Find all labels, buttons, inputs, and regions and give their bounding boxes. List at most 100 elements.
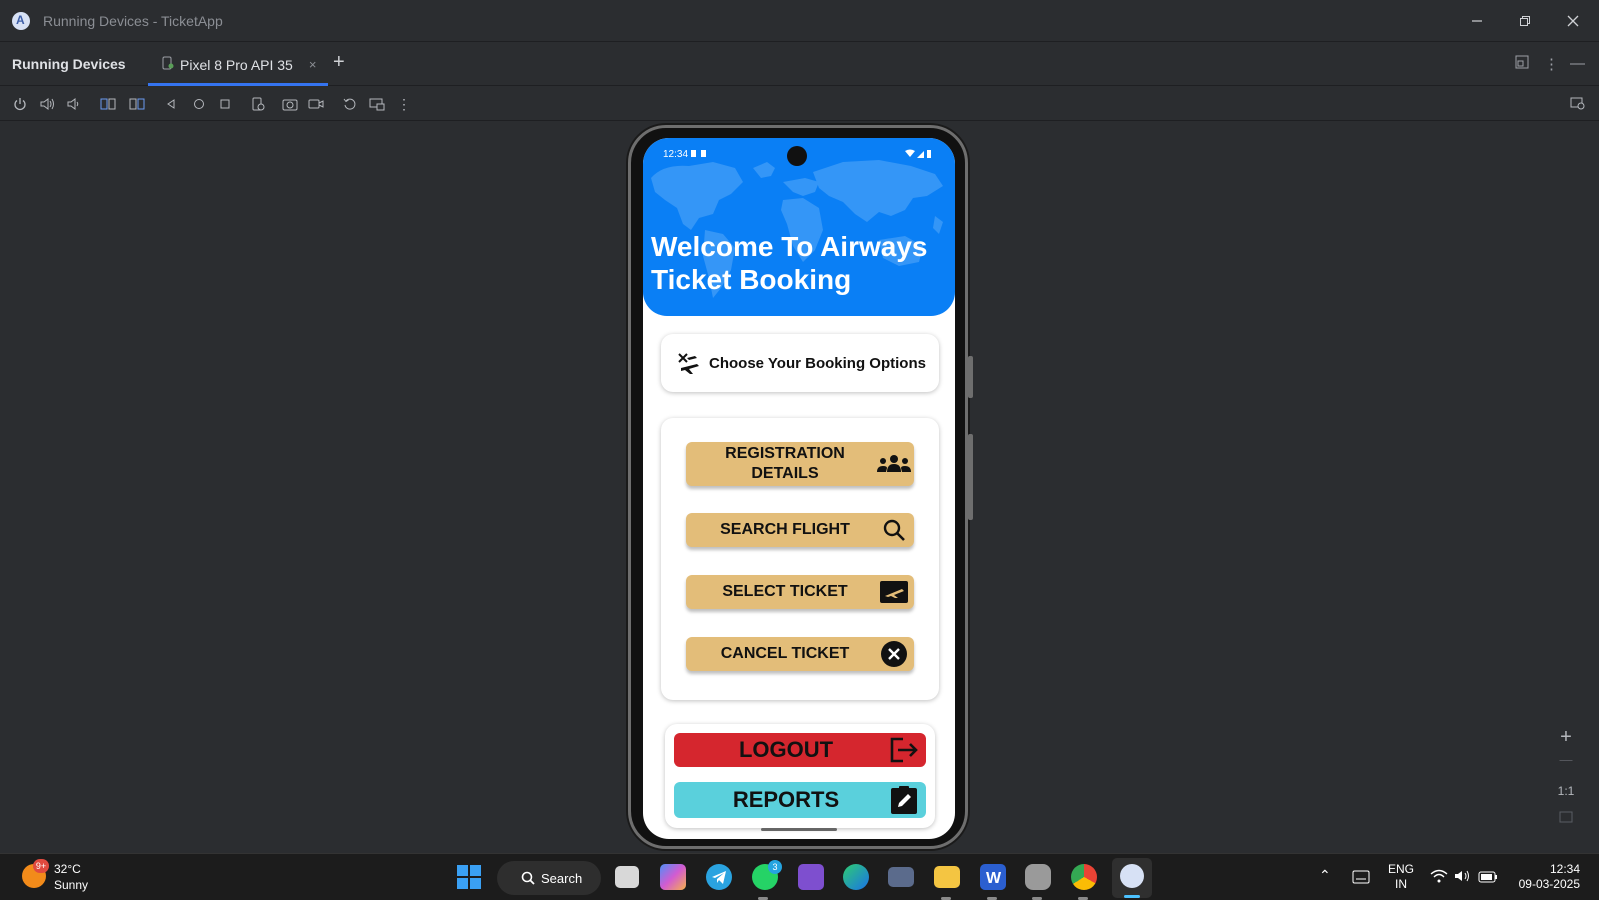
taskbar-search[interactable]: Search (497, 861, 601, 895)
zoom-actual-size-button[interactable]: 1:1 (1551, 778, 1581, 804)
device-settings-icon[interactable] (248, 94, 268, 114)
file-explorer-icon[interactable] (934, 866, 960, 888)
copilot-icon[interactable] (660, 864, 686, 890)
chrome-icon[interactable] (1071, 864, 1097, 890)
options-title: Choose Your Booking Options (709, 354, 926, 372)
telegram-icon[interactable] (706, 864, 732, 890)
close-window-button[interactable] (1549, 0, 1597, 42)
restore-button[interactable] (1501, 0, 1549, 42)
hidden-icons-chevron-icon[interactable]: ⌃ (1319, 868, 1331, 883)
android-studio-taskbar-item[interactable] (1112, 858, 1152, 898)
edge-browser-icon[interactable] (843, 864, 869, 890)
notification-icon (691, 150, 707, 161)
front-camera (787, 146, 807, 166)
screenshot-icon[interactable] (280, 94, 300, 114)
toolbar-more-icon[interactable]: ⋮ (394, 94, 414, 114)
booking-menu-card: REGISTRATION DETAILS SEARCH FLIGHT SELEC… (661, 418, 939, 700)
weather-widget[interactable]: 32°C Sunny (54, 861, 88, 893)
home-icon[interactable] (189, 94, 209, 114)
start-windows-icon[interactable] (456, 864, 482, 890)
app-header: 12:34 Welcome To Airways Ticket Booking (643, 138, 955, 316)
volume-up-icon[interactable] (37, 94, 57, 114)
overview-icon[interactable] (215, 94, 235, 114)
weather-condition: Sunny (54, 878, 89, 892)
search-flight-button[interactable]: SEARCH FLIGHT (686, 513, 914, 547)
cancel-ticket-label: CANCEL TICKET (720, 645, 850, 662)
logout-button[interactable]: LOGOUT (674, 733, 926, 767)
word-icon[interactable]: W (980, 864, 1006, 890)
emulator-toolbar: ⋮ (0, 87, 1599, 121)
android-studio-active-indicator (1124, 895, 1140, 898)
task-view-icon[interactable] (615, 866, 639, 888)
booking-options-card: Choose Your Booking Options (661, 334, 939, 392)
search-flight-label: SEARCH FLIGHT (720, 521, 850, 538)
zoom-controls: + — 1:1 (1551, 726, 1581, 830)
device-screen[interactable]: 12:34 Welcome To Airways Ticket Booking … (643, 138, 955, 839)
screen-record-icon[interactable] (306, 94, 326, 114)
snapshot-icon[interactable] (340, 94, 360, 114)
window-title: Running Devices - TicketApp (43, 12, 223, 29)
device-mirror-search-icon[interactable] (1568, 94, 1588, 114)
visual-studio-icon[interactable] (798, 864, 824, 890)
registration-details-button[interactable]: REGISTRATION DETAILS (686, 442, 914, 486)
welcome-title: Welcome To Airways Ticket Booking (651, 230, 951, 296)
speaker-icon[interactable] (1454, 869, 1472, 888)
running-devices-tab-bar: Running Devices Pixel 8 Pro API 35 × + ⋮… (0, 43, 1599, 86)
more-options-icon[interactable]: ⋮ (1544, 55, 1559, 73)
power-side-button (968, 356, 973, 398)
svg-text:W: W (986, 870, 1002, 887)
registration-details-label: REGISTRATION DETAILS (725, 445, 845, 482)
windows-taskbar: 9+ 32°C Sunny Search 3 W ⌃ ENG IN 12:34 … (0, 853, 1599, 900)
device-icon (162, 56, 174, 73)
tab-label: Pixel 8 Pro API 35 (180, 56, 293, 73)
logout-label: LOGOUT (738, 737, 834, 762)
language-indicator[interactable]: ENG IN (1384, 862, 1418, 892)
tab-close-icon[interactable]: × (309, 57, 317, 72)
power-icon[interactable] (10, 94, 30, 114)
volume-down-icon[interactable] (63, 94, 83, 114)
emulator-device-frame: 12:34 Welcome To Airways Ticket Booking … (628, 125, 973, 849)
temperature: 32°C (54, 862, 81, 876)
logout-icon (882, 736, 926, 764)
android-studio-logo-icon (12, 11, 30, 30)
users-icon (874, 454, 914, 474)
whatsapp-badge: 3 (768, 860, 782, 874)
database-app-icon[interactable] (1025, 864, 1051, 890)
wifi-icon[interactable] (1430, 869, 1448, 888)
search-label: Search (541, 870, 583, 886)
edit-report-icon (882, 786, 926, 814)
tab-active-indicator (148, 83, 328, 86)
title-bar: Running Devices - TicketApp (0, 0, 1599, 42)
cancel-icon (874, 640, 914, 668)
terminal-app-icon[interactable] (888, 867, 914, 887)
zoom-in-icon[interactable]: + (1551, 726, 1581, 752)
android-studio-icon (1120, 864, 1144, 888)
hide-panel-icon[interactable]: — (1570, 55, 1585, 72)
tab-pixel-8-pro[interactable]: Pixel 8 Pro API 35 × (148, 43, 328, 86)
airplane-icon (675, 350, 701, 376)
zoom-fit-icon[interactable] (1551, 804, 1581, 830)
zoom-out-icon[interactable]: — (1551, 752, 1581, 778)
battery-icon[interactable] (1478, 870, 1498, 888)
weather-badge: 9+ (33, 859, 49, 873)
rotate-left-icon[interactable] (98, 94, 118, 114)
gesture-nav-bar[interactable] (761, 828, 837, 831)
clock[interactable]: 12:34 09-03-2025 (1510, 862, 1580, 892)
reports-button[interactable]: REPORTS (674, 782, 926, 818)
status-time: 12:34 (663, 149, 689, 160)
keyboard-icon[interactable] (1352, 870, 1370, 889)
mirror-icon[interactable] (367, 94, 387, 114)
rotate-right-icon[interactable] (127, 94, 147, 114)
search-icon (521, 871, 535, 885)
back-icon[interactable] (161, 94, 181, 114)
welcome-title-line1: Welcome To Airways (651, 231, 928, 262)
restore-layout-icon[interactable] (1515, 55, 1529, 73)
panel-title: Running Devices (12, 56, 126, 72)
region-code: IN (1395, 877, 1407, 891)
add-device-button[interactable]: + (333, 51, 345, 74)
cancel-ticket-button[interactable]: CANCEL TICKET (686, 637, 914, 671)
select-ticket-label: SELECT TICKET (722, 583, 848, 600)
minimize-button[interactable] (1453, 0, 1501, 42)
select-ticket-button[interactable]: SELECT TICKET (686, 575, 914, 609)
volume-side-button (968, 434, 973, 520)
